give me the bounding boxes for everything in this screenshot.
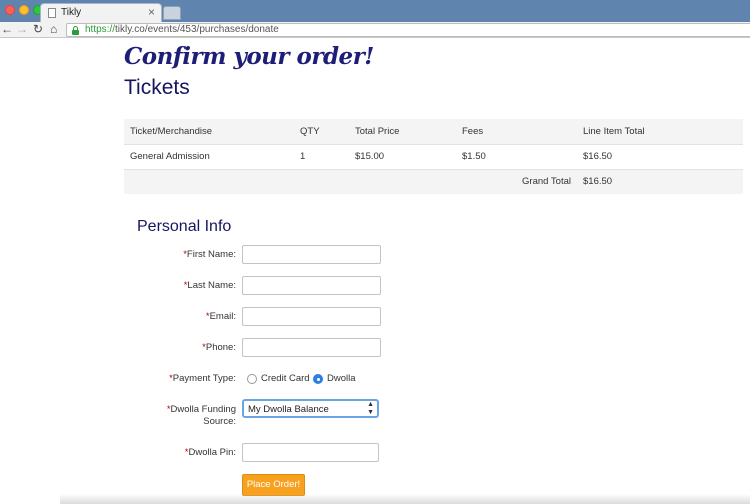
- payment-type-label: *Payment Type:: [169, 373, 236, 384]
- phone-label: *Phone:: [202, 342, 236, 353]
- select-arrows-icon: ▲ ▼: [367, 401, 374, 416]
- grand-total-row: Grand Total $16.50: [124, 168, 743, 194]
- address-bar[interactable]: https://tikly.co/events/453/purchases/do…: [66, 23, 750, 37]
- personal-info-heading: Personal Info: [137, 218, 232, 235]
- place-order-button[interactable]: Place Order!: [242, 474, 305, 496]
- email-label: *Email:: [205, 311, 236, 322]
- browser-title-bar: Tikly ×: [0, 0, 750, 22]
- dwolla-pin-input[interactable]: [242, 443, 379, 462]
- dwolla-pin-label: *Dwolla Pin:: [184, 447, 236, 458]
- close-tab-icon[interactable]: ×: [148, 5, 155, 19]
- table-cell: $15.00: [355, 143, 462, 169]
- dwolla-label[interactable]: Dwolla: [327, 373, 356, 384]
- table-cell: 1: [300, 143, 355, 169]
- credit-card-radio[interactable]: [247, 374, 257, 384]
- column-header: Line Item Total: [577, 119, 743, 144]
- dwolla-radio[interactable]: [313, 374, 323, 384]
- first-name-label: *First Name:: [183, 249, 236, 260]
- close-window-button[interactable]: [5, 5, 15, 15]
- grand-total-value: $16.50: [577, 168, 743, 194]
- new-tab-button[interactable]: [163, 6, 181, 20]
- browser-toolbar: ← → ↻ ⌂ https://tikly.co/events/453/purc…: [0, 22, 750, 38]
- home-icon[interactable]: ⌂: [50, 22, 57, 37]
- table-row: General Admission 1 $15.00 $1.50 $16.50: [124, 143, 743, 169]
- table-cell: $1.50: [462, 143, 577, 169]
- table-header-row: Ticket/Merchandise QTY Total Price Fees …: [124, 119, 743, 144]
- page-icon: [48, 8, 56, 18]
- funding-source-value: My Dwolla Balance: [248, 404, 329, 415]
- email-input[interactable]: [242, 307, 381, 326]
- last-name-label: *Last Name:: [183, 280, 236, 291]
- order-table: Ticket/Merchandise QTY Total Price Fees …: [124, 119, 743, 194]
- column-header: Fees: [462, 119, 577, 144]
- minimize-window-button[interactable]: [19, 5, 29, 15]
- column-header: Ticket/Merchandise: [124, 119, 300, 144]
- browser-tab[interactable]: Tikly ×: [40, 3, 162, 22]
- page-title: Confirm your order!: [124, 43, 374, 70]
- column-header: QTY: [300, 119, 355, 144]
- last-name-input[interactable]: [242, 276, 381, 295]
- reload-icon[interactable]: ↻: [33, 22, 43, 37]
- first-name-input[interactable]: [242, 245, 381, 264]
- table-cell: General Admission: [124, 143, 300, 169]
- funding-source-label: *Dwolla Funding Source:: [166, 404, 236, 427]
- phone-input[interactable]: [242, 338, 381, 357]
- column-header: Total Price: [355, 119, 462, 144]
- url-text: https://tikly.co/events/453/purchases/do…: [85, 24, 279, 35]
- table-cell: $16.50: [577, 143, 743, 169]
- back-icon[interactable]: ←: [1, 22, 13, 37]
- grand-total-label: Grand Total: [124, 168, 577, 194]
- forward-icon[interactable]: →: [16, 22, 28, 37]
- tab-title: Tikly: [61, 7, 82, 18]
- funding-source-select[interactable]: My Dwolla Balance ▲ ▼: [242, 399, 379, 418]
- tickets-heading: Tickets: [124, 76, 190, 99]
- lock-icon: [72, 26, 79, 35]
- page-bottom-shadow: [60, 494, 750, 504]
- credit-card-label[interactable]: Credit Card: [261, 373, 310, 384]
